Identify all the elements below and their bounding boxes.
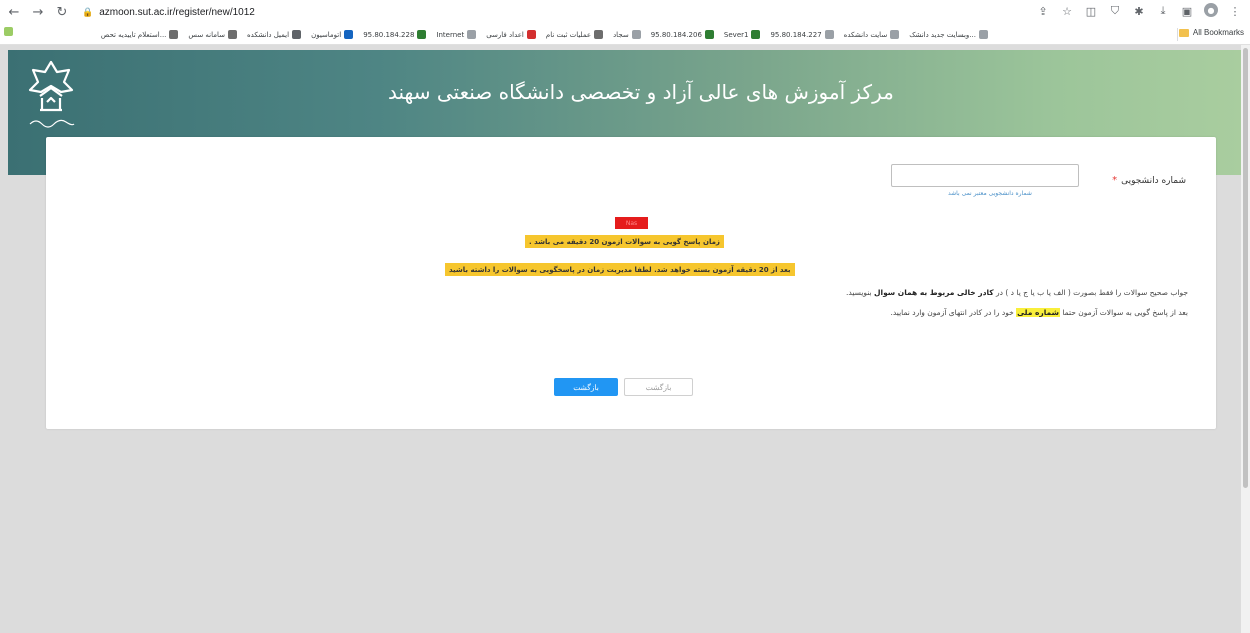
- back-icon[interactable]: ←: [4, 2, 24, 22]
- bookmark-label: 95.80.184.206: [650, 30, 702, 39]
- student-id-input[interactable]: [891, 164, 1079, 187]
- page: مرکز آموزش های عالی آزاد و تخصصی دانشگاه…: [0, 45, 1250, 633]
- bookmark-item[interactable]: سجاد: [613, 30, 641, 39]
- puzzle-icon[interactable]: ✱: [1132, 3, 1146, 19]
- shield-icon[interactable]: ⛉: [1108, 3, 1122, 19]
- star-icon[interactable]: ☆: [1060, 3, 1074, 19]
- bookmark-icon: [704, 30, 714, 39]
- forward-icon[interactable]: →: [28, 2, 48, 22]
- red-status-tag: Nas: [615, 217, 648, 229]
- bookmark-item[interactable]: عملیات ثبت نام: [545, 30, 604, 39]
- bookmark-icon: [292, 30, 302, 39]
- bookmark-label: ایمیل دانشکده: [247, 30, 290, 39]
- scrollbar-thumb[interactable]: [1243, 48, 1248, 488]
- bookmark-icon: [594, 30, 604, 39]
- bookmark-label: Sever1: [723, 30, 749, 39]
- bookmark-icon: [751, 30, 761, 39]
- bookmark-icon: [467, 30, 477, 39]
- bookmark-label: اعداد فارسی: [486, 30, 524, 39]
- bookmark-item[interactable]: Sever1: [724, 30, 761, 39]
- student-id-error: شماره دانشجویی معتبر نمی باشد: [948, 190, 1032, 197]
- menu-icon[interactable]: ⋮: [1228, 3, 1242, 19]
- back-button-secondary[interactable]: بازگشت: [624, 378, 693, 396]
- bookmark-icon: [824, 30, 834, 39]
- bookmark-item[interactable]: 95.80.184.206: [651, 30, 714, 39]
- bookmark-icon: [979, 30, 988, 39]
- all-bookmarks-label: All Bookmarks: [1192, 28, 1244, 37]
- bookmark-icon: [4, 27, 13, 36]
- download-icon[interactable]: ⤓: [1156, 3, 1170, 19]
- instruction-2-text: بعد از پاسخ گویی به سوالات آزمون حتما: [1059, 308, 1188, 317]
- instruction-1-bold: کادر خالی مربوط به همان سوال: [874, 288, 994, 297]
- national-id-highlight: شماره ملی: [1016, 308, 1060, 317]
- instruction-2-end: خود را در کادر انتهای آزمون وارد نمایید.: [890, 308, 1017, 317]
- reload-icon[interactable]: ↻: [52, 2, 72, 22]
- bookmark-label: 95.80.184.227: [770, 30, 822, 39]
- bookmarks-list: وبسایت جدید دانشک... سایت دانشکده 95.80.18…: [101, 24, 988, 45]
- bookmark-item[interactable]: اتوماسیون: [311, 30, 354, 39]
- bookmark-icon: [169, 30, 179, 39]
- instruction-1-text: جواب صحیح سوالات را فقط بصورت ( الف یا ب…: [993, 288, 1188, 297]
- bookmark-label: سایت دانشکده: [843, 30, 888, 39]
- bookmark-item[interactable]: 95.80.184.228: [363, 30, 427, 39]
- bookmark-item[interactable]: استعلام تاییدیه تحص...: [101, 30, 179, 39]
- bookmark-icon: [526, 30, 536, 39]
- bookmark-label: عملیات ثبت نام: [545, 30, 592, 39]
- back-button-primary[interactable]: بازگشت: [554, 378, 618, 396]
- required-mark: *: [1112, 175, 1118, 186]
- bookmark-label: اتوماسیون: [311, 30, 342, 39]
- bookmark-icon: [228, 30, 238, 39]
- time-notice: زمان پاسخ گویی به سوالات ازمون 20 دقیقه …: [525, 235, 724, 248]
- bookmark-label: وبسایت جدید دانشک...: [909, 30, 976, 39]
- instruction-national-id: بعد از پاسخ گویی به سوالات آزمون حتما شم…: [890, 308, 1188, 317]
- bookmark-label: 95.80.184.228: [363, 30, 415, 39]
- student-id-label: * شماره دانشجویی: [1112, 175, 1186, 186]
- lock-icon: 🔒: [82, 6, 94, 17]
- instruction-answers: جواب صحیح سوالات را فقط بصورت ( الف یا ب…: [846, 288, 1188, 297]
- instruction-1-end: بنویسید.: [846, 288, 875, 297]
- student-id-label-text: شماره دانشجویی: [1121, 175, 1186, 186]
- sidepanel-icon[interactable]: ▣: [1180, 3, 1194, 19]
- bookmark-item[interactable]: ایمیل دانشکده: [247, 30, 302, 39]
- all-bookmarks[interactable]: All Bookmarks: [1178, 28, 1244, 37]
- bookmark-label: سجاد: [613, 30, 629, 39]
- bookmark-icon: [417, 30, 427, 39]
- bookmark-icon: [631, 30, 641, 39]
- close-notice: بعد از 20 دقیقه آزمون بسته خواهد شد. لطف…: [445, 263, 795, 276]
- registration-card: * شماره دانشجویی شماره دانشجویی معتبر نم…: [46, 137, 1216, 429]
- bookmark-item[interactable]: سامانه سس: [188, 30, 238, 39]
- bookmark-item[interactable]: وبسایت جدید دانشک...: [909, 30, 988, 39]
- extension-icon[interactable]: ◫: [1084, 3, 1098, 19]
- address-bar[interactable]: 🔒 azmoon.sut.ac.ir/register/new/1012: [82, 7, 255, 18]
- bookmarks-separator: [1177, 28, 1178, 41]
- share-icon[interactable]: ⇪: [1036, 3, 1050, 19]
- url-text: azmoon.sut.ac.ir/register/new/1012: [99, 6, 255, 18]
- bookmark-left[interactable]: [4, 27, 13, 36]
- browser-toolbar: ← → ↻ 🔒 azmoon.sut.ac.ir/register/new/10…: [0, 0, 1250, 24]
- bookmark-item[interactable]: سایت دانشکده: [844, 30, 900, 39]
- folder-icon: [1178, 28, 1189, 37]
- bookmark-label: استعلام تاییدیه تحص...: [100, 30, 167, 39]
- bookmark-icon: [344, 30, 354, 39]
- page-title: مرکز آموزش های عالی آزاد و تخصصی دانشگاه…: [388, 80, 894, 104]
- bookmark-label: سامانه سس: [188, 30, 226, 39]
- bookmarks-bar: وبسایت جدید دانشک... سایت دانشکده 95.80.18…: [0, 24, 1250, 45]
- profile-avatar[interactable]: ●: [1204, 3, 1218, 17]
- bookmark-item[interactable]: اعداد فارسی: [486, 30, 536, 39]
- toolbar-actions: ⇪ ☆ ◫ ⛉ ✱ ⤓ ▣ ● ⋮: [1036, 3, 1242, 19]
- bookmark-item[interactable]: Internet: [436, 30, 477, 39]
- bookmark-item[interactable]: 95.80.184.227: [770, 30, 834, 39]
- university-logo: [28, 60, 75, 128]
- bookmark-icon: [890, 30, 900, 39]
- page-scrollbar[interactable]: [1241, 45, 1250, 633]
- bookmark-label: Internet: [436, 30, 465, 39]
